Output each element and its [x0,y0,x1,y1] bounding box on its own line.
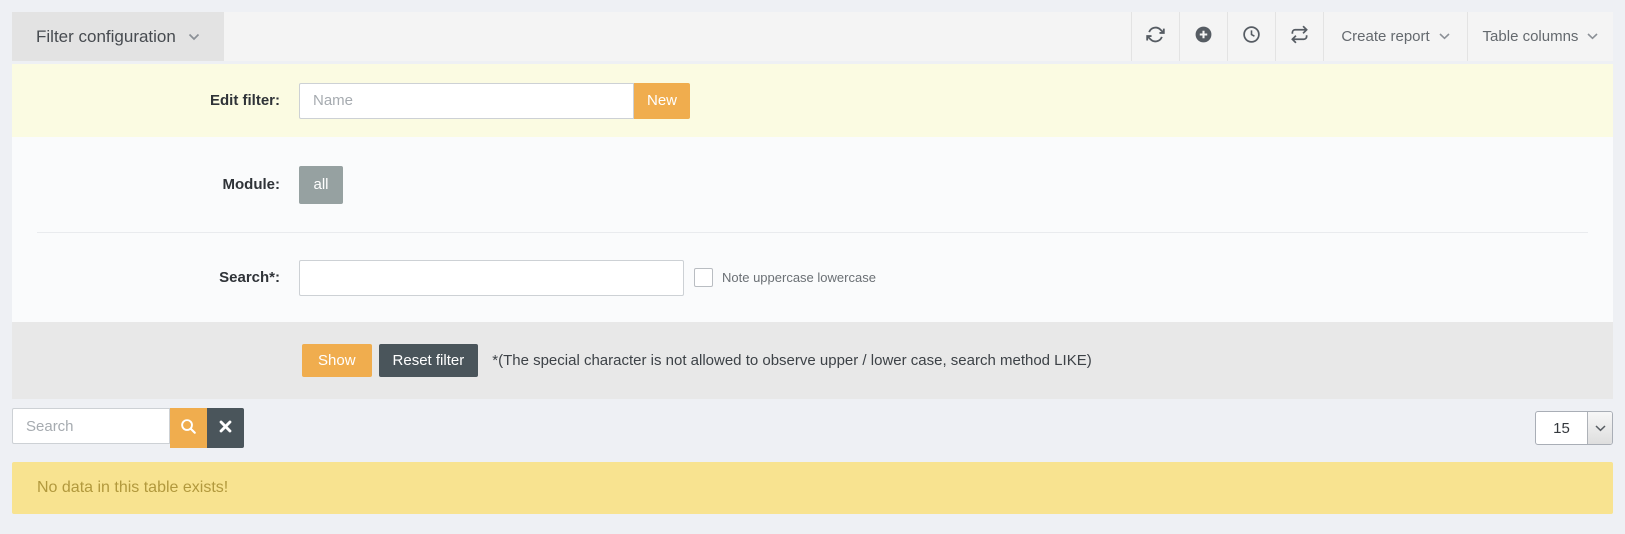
history-button[interactable] [1227,12,1275,61]
chevron-down-icon [1587,33,1598,40]
module-label: Module: [12,176,280,193]
edit-filter-label: Edit filter: [12,92,280,109]
table-columns-label: Table columns [1483,28,1579,45]
select-chevron-down-icon [1587,412,1612,444]
module-row: Module: all [12,137,1613,232]
search-term-input[interactable] [299,260,684,296]
edit-filter-row: Edit filter: New [12,64,1613,137]
table-search-group [12,408,244,448]
repeat-button[interactable] [1275,12,1323,61]
filter-configuration-toggle[interactable]: Filter configuration [12,12,224,61]
search-term-label: Search*: [12,269,280,286]
search-icon [180,418,197,438]
page-size-value: 15 [1536,412,1587,444]
table-columns-dropdown[interactable]: Table columns [1467,12,1613,61]
filter-panel-footer: Show Reset filter *(The special characte… [12,322,1613,399]
widget-header-bar: Filter configuration [12,12,1613,61]
search-term-row: Search*: Note uppercase lowercase [12,233,1613,322]
case-sensitive-checkbox[interactable] [694,268,713,287]
table-search-input[interactable] [12,408,170,444]
create-report-label: Create report [1341,28,1429,45]
create-report-dropdown[interactable]: Create report [1323,12,1467,61]
module-all-button[interactable]: all [299,166,343,204]
header-spacer [224,12,1131,61]
filter-configuration-panel: Edit filter: New Module: all Search*: No… [12,64,1613,399]
no-data-banner: No data in this table exists! [12,462,1613,514]
no-data-message: No data in this table exists! [37,479,228,497]
repeat-icon [1290,25,1309,49]
page: Filter configuration [0,0,1625,514]
history-icon [1242,25,1261,49]
filter-form-body: Module: all Search*: Note uppercase lowe… [12,137,1613,322]
refresh-button[interactable] [1131,12,1179,61]
clear-search-button[interactable] [207,408,244,448]
show-button[interactable]: Show [302,344,372,377]
new-filter-button[interactable]: New [634,83,690,119]
chevron-down-icon [188,33,200,41]
clear-icon [219,420,232,436]
table-toolbar: 15 [12,408,1613,448]
chevron-down-icon [1439,33,1450,40]
search-method-note: *(The special character is not allowed t… [492,352,1091,369]
table-search-button[interactable] [170,408,207,448]
page-size-select[interactable]: 15 [1535,411,1613,445]
filter-name-input[interactable] [299,83,634,119]
add-button[interactable] [1179,12,1227,61]
case-sensitive-label: Note uppercase lowercase [722,270,876,285]
widget-title: Filter configuration [36,27,176,47]
add-icon [1194,25,1213,49]
reset-filter-button[interactable]: Reset filter [379,344,479,377]
refresh-icon [1146,25,1165,49]
